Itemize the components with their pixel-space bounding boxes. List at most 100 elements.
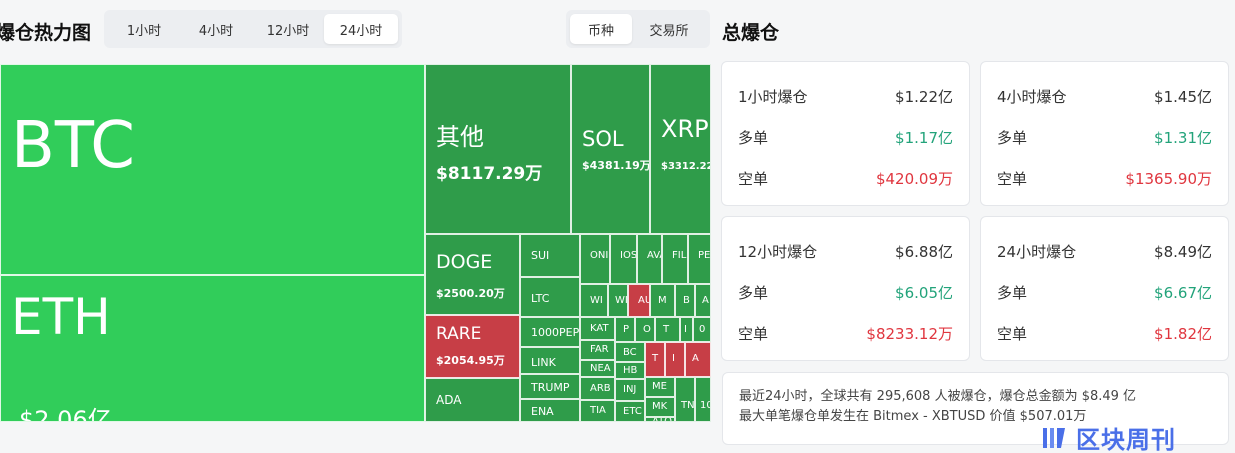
tile-name: M: [658, 295, 667, 306]
tile-ltc[interactable]: LTC: [520, 277, 580, 317]
tab-24h[interactable]: 24小时: [324, 14, 398, 44]
group-tabs: 币种 交易所: [566, 10, 710, 48]
tile-fil[interactable]: FIL: [662, 234, 688, 284]
tile-wi[interactable]: WI: [580, 284, 608, 317]
tile-a[interactable]: A: [685, 342, 711, 377]
tile-name: ONI: [590, 250, 609, 261]
tile-name: DOGE: [436, 251, 493, 273]
tile-name: KAT: [590, 323, 609, 334]
tile-其他[interactable]: 其他 $8117.29万: [425, 64, 571, 234]
tile-link[interactable]: LINK: [520, 347, 580, 374]
tile-name: INJ: [623, 384, 637, 395]
tile-t[interactable]: T: [655, 317, 680, 342]
tile-ena[interactable]: ENA: [520, 399, 580, 422]
tile-eth[interactable]: ETH $2.06亿: [0, 275, 425, 422]
long-label: 多单: [738, 129, 769, 147]
short-label: 空单: [997, 170, 1028, 188]
short-value: $8233.12万: [866, 325, 953, 343]
liquidation-heatmap: BTC $2.94亿 ETH $2.06亿 其他 $8117.29万 SOL $4381.19…: [0, 64, 711, 422]
tile-o[interactable]: O: [635, 317, 655, 342]
tile-ato[interactable]: ATO: [645, 417, 675, 422]
tile-oni[interactable]: ONI: [580, 234, 610, 284]
tile-1000pep[interactable]: 1000PEP: [520, 317, 580, 347]
tile-name: FAR: [590, 344, 609, 355]
card-title: 4小时爆仓: [997, 88, 1067, 106]
long-value: $6.05亿: [895, 284, 953, 302]
card-title: 12小时爆仓: [738, 243, 818, 261]
tile-bc[interactable]: BC: [615, 342, 645, 362]
tile-i[interactable]: I: [665, 342, 685, 377]
tile-xrp[interactable]: XRP $3312.22万: [650, 64, 711, 234]
tile-arb[interactable]: ARB: [580, 377, 615, 400]
tile-tn[interactable]: TN: [675, 377, 695, 422]
tile-ada[interactable]: ADA: [425, 378, 520, 422]
long-label: 多单: [738, 284, 769, 302]
tile-name: ETH: [11, 288, 111, 346]
tile-name: ME: [652, 381, 667, 392]
tile-ava[interactable]: AVA: [637, 234, 662, 284]
tile-trump[interactable]: TRUMP: [520, 374, 580, 399]
tile-mk[interactable]: MK: [645, 397, 675, 417]
tile-sui[interactable]: SUI: [520, 234, 580, 277]
tile-ios[interactable]: IOS: [610, 234, 637, 284]
long-value: $1.31亿: [1154, 129, 1212, 147]
tile-name: TIA: [590, 405, 606, 416]
tile-tia[interactable]: TIA: [580, 400, 615, 422]
tile-nea[interactable]: NEA: [580, 360, 615, 377]
tab-1h[interactable]: 1小时: [108, 14, 180, 44]
tile-etc[interactable]: ETC: [615, 401, 645, 422]
tile-p[interactable]: P: [615, 317, 635, 342]
tile-pe[interactable]: PE: [688, 234, 711, 284]
tile-m[interactable]: M: [650, 284, 675, 317]
tile-name: T: [652, 353, 659, 364]
tile-name: XRP: [661, 115, 709, 143]
tile-rare[interactable]: RARE $2054.95万: [425, 315, 520, 378]
time-range-tabs: 1小时 4小时 12小时 24小时: [104, 10, 402, 48]
tile-name: A: [702, 295, 709, 306]
tile-name: P: [623, 324, 630, 335]
short-label: 空单: [997, 325, 1028, 343]
liquidation-page: { "heatmap_title": "爆仓热力图", "time_tabs":…: [0, 0, 1235, 453]
card-4h: 4小时爆仓 $1.45亿 多单 $1.31亿 空单 $1365.90万: [980, 61, 1229, 206]
tile-t[interactable]: T: [645, 342, 665, 377]
tile-me[interactable]: ME: [645, 377, 675, 397]
tile-value: $3312.22万: [661, 161, 710, 172]
tile-name: PE: [698, 250, 711, 261]
tile-sol[interactable]: SOL $4381.19万: [571, 64, 650, 234]
long-value: $6.67亿: [1154, 284, 1212, 302]
tile-kat[interactable]: KAT: [580, 317, 615, 340]
tile-doge[interactable]: DOGE $2500.20万: [425, 234, 520, 315]
tile-hb[interactable]: HB: [615, 362, 645, 379]
card-24h: 24小时爆仓 $8.49亿 多单 $6.67亿 空单 $1.82亿: [980, 216, 1229, 361]
tab-exchange[interactable]: 交易所: [632, 14, 706, 44]
tile-name: FIL: [672, 250, 687, 261]
tile-wi[interactable]: WI: [608, 284, 628, 317]
tile-i[interactable]: I: [680, 317, 693, 342]
tile-b[interactable]: B: [675, 284, 695, 317]
card-title: 1小时爆仓: [738, 88, 808, 106]
tile-name: MK: [652, 401, 668, 412]
tile-au[interactable]: AU: [628, 284, 650, 317]
tile-name: ENA: [531, 405, 554, 418]
tile-btc[interactable]: BTC $2.94亿: [0, 64, 425, 275]
tile-0[interactable]: 0: [693, 317, 711, 342]
tab-coin[interactable]: 币种: [570, 14, 632, 44]
long-value: $1.17亿: [895, 129, 953, 147]
tile-a[interactable]: A: [695, 284, 711, 317]
tile-value: $2.06亿: [19, 406, 112, 422]
tile-10[interactable]: 10: [695, 377, 711, 422]
tile-inj[interactable]: INJ: [615, 379, 645, 401]
tile-value: $2054.95万: [436, 354, 505, 367]
tile-far[interactable]: FAR: [580, 340, 615, 360]
tab-12h[interactable]: 12小时: [252, 14, 324, 44]
tab-4h[interactable]: 4小时: [180, 14, 252, 44]
tile-name: BTC: [11, 109, 135, 183]
card-total: $1.45亿: [1154, 88, 1212, 106]
tile-name: T: [663, 324, 670, 335]
short-value: $1.82亿: [1154, 325, 1212, 343]
tile-name: AVA: [647, 250, 661, 261]
tile-value: $2.94亿: [19, 261, 220, 274]
card-total: $8.49亿: [1154, 243, 1212, 261]
tile-name: B: [683, 295, 690, 306]
tile-name: O: [643, 324, 651, 335]
